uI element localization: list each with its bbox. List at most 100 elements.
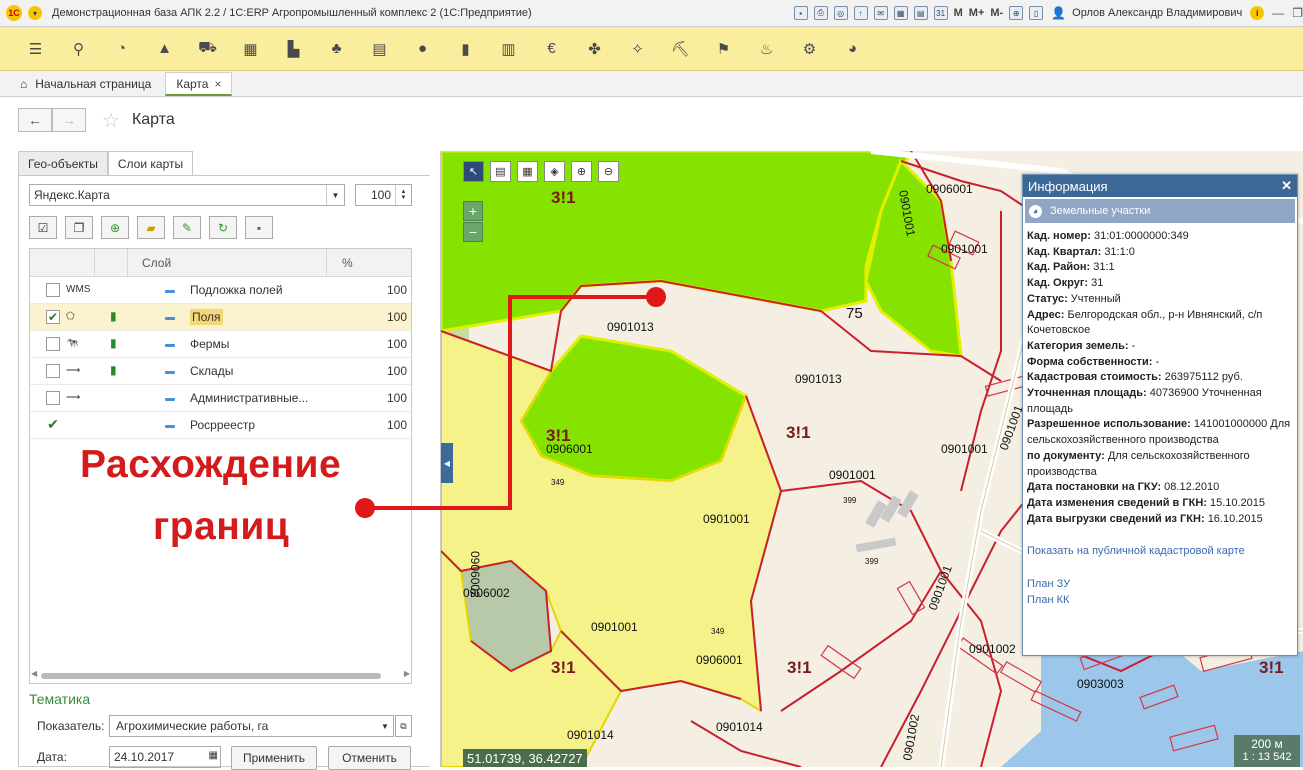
user-name[interactable]: Орлов Александр Владимирович bbox=[1072, 7, 1242, 19]
dropdown-arrow-icon[interactable]: ▼ bbox=[377, 716, 393, 736]
panel-icon[interactable]: ▯ bbox=[1029, 6, 1044, 20]
base-map-select[interactable]: Яндекс.Карта ▼ bbox=[29, 184, 345, 206]
apply-button[interactable]: Применить bbox=[231, 746, 317, 770]
section-warehouse-icon[interactable]: ▦ bbox=[229, 34, 272, 64]
measure-distance-icon[interactable]: ▤ bbox=[490, 161, 511, 182]
upload-icon[interactable]: ↑ bbox=[853, 6, 868, 20]
horizontal-scrollbar[interactable]: ◀ ▶ bbox=[29, 668, 412, 682]
section-globe-icon[interactable]: ◕ bbox=[831, 34, 874, 64]
table-row[interactable]: WMS Подложка полей 100 bbox=[30, 277, 411, 304]
calculator-icon[interactable]: ▤ bbox=[913, 6, 928, 20]
add-folder-button[interactable]: ▰ bbox=[137, 216, 165, 239]
minimize-button[interactable]: — bbox=[1272, 6, 1284, 20]
zoom-in-button[interactable]: + bbox=[463, 201, 483, 221]
section-settings-icon[interactable]: ⚙ bbox=[788, 34, 831, 64]
section-reports-icon[interactable]: ▮ bbox=[444, 34, 487, 64]
table-row[interactable]: ⟶ ▮ Склады 100 bbox=[30, 358, 411, 385]
section-analytics-icon[interactable]: ◔ bbox=[100, 34, 143, 64]
section-finance-icon[interactable]: ● bbox=[401, 34, 444, 64]
spreadsheet-icon[interactable]: ▦ bbox=[893, 6, 908, 20]
section-documents-icon[interactable]: ▥ bbox=[487, 34, 530, 64]
section-map-icon[interactable]: ✧ bbox=[616, 34, 659, 64]
section-crops-icon[interactable]: ✤ bbox=[573, 34, 616, 64]
select-tool-icon[interactable]: ↖ bbox=[463, 161, 484, 182]
back-button[interactable]: ← bbox=[18, 108, 52, 132]
memory-m-button[interactable]: M bbox=[954, 7, 963, 19]
save-layers-button[interactable]: ▪ bbox=[245, 216, 273, 239]
preview-icon[interactable]: ◎ bbox=[833, 6, 848, 20]
close-icon[interactable]: × bbox=[214, 77, 221, 91]
column-percent[interactable]: % bbox=[342, 256, 353, 270]
zoom-in-tool-icon[interactable]: ⊕ bbox=[571, 161, 592, 182]
help-info-icon[interactable]: i bbox=[1250, 6, 1265, 20]
close-icon[interactable]: ✕ bbox=[1281, 178, 1292, 194]
measure-area-icon[interactable]: ▦ bbox=[517, 161, 538, 182]
calendar-icon[interactable]: ▦ bbox=[209, 750, 218, 761]
table-row[interactable]: ⟶ Административные... 100 bbox=[30, 385, 411, 412]
zoom-icon[interactable]: ⊕ bbox=[1009, 6, 1024, 20]
scroll-right-icon[interactable]: ▶ bbox=[404, 669, 410, 678]
opacity-stepper[interactable]: 100 ▲ ▼ bbox=[355, 184, 412, 206]
section-production-icon[interactable]: ▙ bbox=[272, 34, 315, 64]
scroll-thumb[interactable] bbox=[41, 673, 381, 679]
layer-checkbox[interactable] bbox=[46, 283, 60, 297]
add-button[interactable]: ⊕ bbox=[101, 216, 129, 239]
tab-map-layers[interactable]: Слои карты bbox=[107, 151, 194, 176]
column-layer[interactable]: Слой bbox=[142, 256, 171, 270]
forward-button[interactable]: → bbox=[52, 108, 86, 132]
layer-checkbox[interactable]: ✔ bbox=[46, 310, 60, 324]
scroll-left-icon[interactable]: ◀ bbox=[31, 669, 37, 678]
edit-layer-button[interactable]: ✎ bbox=[173, 216, 201, 239]
dropdown-arrow-icon[interactable]: ▼ bbox=[326, 185, 344, 205]
mail-icon[interactable]: ✉ bbox=[873, 6, 888, 20]
layer-checkbox[interactable] bbox=[46, 364, 60, 378]
layer-line-icon bbox=[165, 317, 175, 320]
copy-button[interactable]: ❐ bbox=[65, 216, 93, 239]
indicator-select[interactable]: Агрохимические работы, га ▼ bbox=[109, 715, 394, 737]
collapse-panel-icon[interactable]: ◀ bbox=[441, 443, 453, 483]
main-menu-icon[interactable]: ▾ bbox=[28, 6, 42, 20]
tab-geo-objects[interactable]: Гео-объекты bbox=[18, 151, 108, 176]
info-field: Адрес: Белгородская обл., р-н Ивнянский,… bbox=[1027, 308, 1263, 337]
menu-hamburger-icon[interactable]: ☰ bbox=[14, 34, 57, 64]
section-livestock-icon[interactable]: ⚑ bbox=[702, 34, 745, 64]
print-icon[interactable]: ⎙ bbox=[813, 6, 828, 20]
open-icon[interactable]: ⧉ bbox=[395, 715, 412, 737]
info-field: Кад. Квартал: 31:1:0 bbox=[1027, 245, 1135, 258]
refresh-button[interactable]: ↻ bbox=[209, 216, 237, 239]
table-row[interactable]: 🐄 ▮ Фермы 100 bbox=[30, 331, 411, 358]
section-calculator-icon[interactable]: ▤ bbox=[358, 34, 401, 64]
check-all-button[interactable]: ☑ bbox=[29, 216, 57, 239]
plan-zu-link[interactable]: План ЗУ bbox=[1027, 578, 1070, 590]
section-purchase-icon[interactable]: ▲ bbox=[143, 34, 186, 64]
calendar-icon[interactable]: 31 bbox=[933, 6, 948, 20]
layer-checkbox[interactable] bbox=[46, 337, 60, 351]
restore-button[interactable]: ❐ bbox=[1292, 6, 1303, 20]
section-money-icon[interactable]: € bbox=[530, 34, 573, 64]
zoom-out-button[interactable]: − bbox=[463, 222, 483, 242]
table-row[interactable]: ✔ Росрреестр 100 bbox=[30, 412, 411, 439]
layer-checkbox[interactable]: ✔ bbox=[46, 417, 60, 432]
tab-home[interactable]: ⌂ Начальная страница bbox=[10, 72, 161, 96]
favorite-star-icon[interactable]: ☆ bbox=[102, 108, 120, 133]
cancel-button[interactable]: Отменить bbox=[328, 746, 411, 770]
memory-mplus-button[interactable]: M+ bbox=[969, 7, 985, 19]
map-label: 399 bbox=[865, 557, 879, 566]
save-icon[interactable]: ▪ bbox=[793, 6, 808, 20]
pan-tool-icon[interactable]: ◈ bbox=[544, 161, 565, 182]
section-structure-icon[interactable]: ⚲ bbox=[57, 34, 100, 64]
section-cart-icon[interactable]: ⛟ bbox=[186, 34, 229, 64]
section-machinery-icon[interactable]: ⛏ bbox=[659, 34, 702, 64]
public-map-link[interactable]: Показать на публичной кадастровой карте bbox=[1027, 545, 1245, 557]
table-row[interactable]: ✔ ⬠ ▮ Поля 100 bbox=[30, 304, 411, 331]
memory-mminus-button[interactable]: M- bbox=[990, 7, 1003, 19]
tab-map[interactable]: Карта × bbox=[165, 72, 233, 96]
plan-kk-link[interactable]: План КК bbox=[1027, 594, 1069, 606]
date-field[interactable]: 24.10.2017 ▦ bbox=[109, 746, 221, 768]
stepper-arrows-icon[interactable]: ▲ ▼ bbox=[395, 185, 411, 205]
zoom-out-tool-icon[interactable]: ⊖ bbox=[598, 161, 619, 182]
info-section-header[interactable]: ◕ Земельные участки bbox=[1025, 199, 1295, 223]
section-harvest-icon[interactable]: ♨ bbox=[745, 34, 788, 64]
section-staff-icon[interactable]: ♣ bbox=[315, 34, 358, 64]
layer-checkbox[interactable] bbox=[46, 391, 60, 405]
